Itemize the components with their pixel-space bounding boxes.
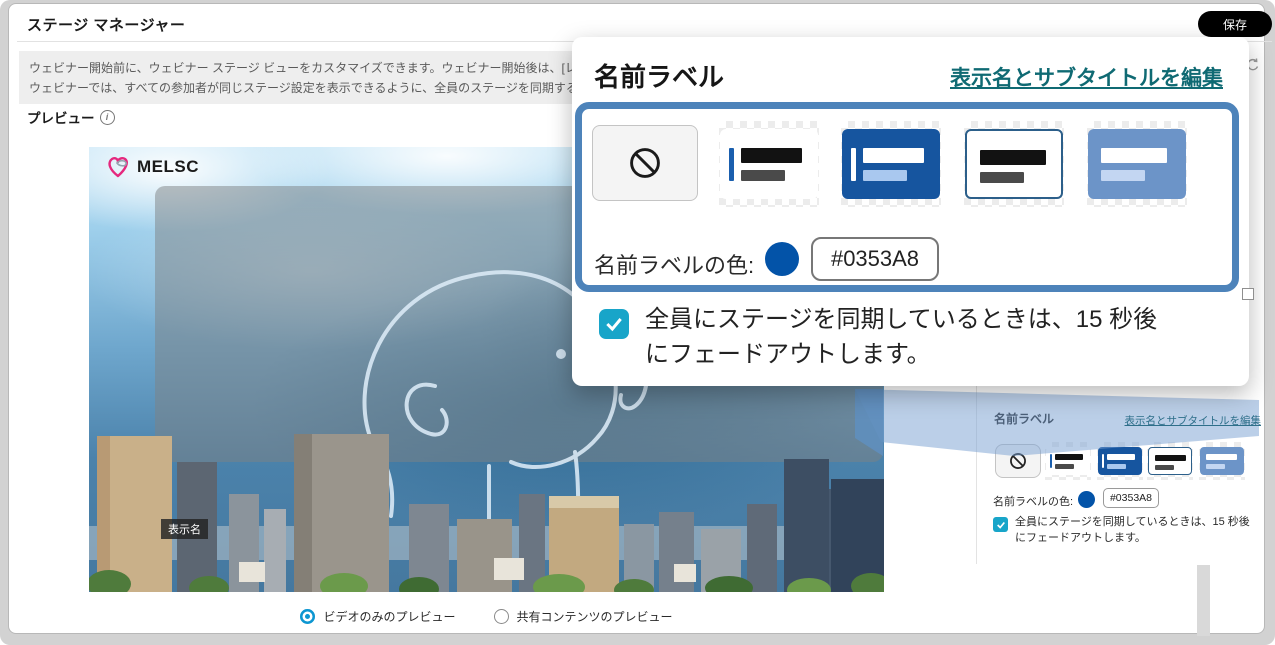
panel-gap [1197,565,1210,636]
panel-label-style-blue-accent-option[interactable] [1098,447,1142,475]
popup-label-style-blue-accent-option[interactable] [842,129,940,199]
popup-label-style-white-accent-option[interactable] [720,129,818,199]
page: ステージ マネージャー 保存 ウェビナー開始前に、ウェビナー ステージ ビューを… [8,3,1265,634]
panel-style-option-wrap [1199,442,1245,480]
radio-video-only[interactable]: ビデオのみのプレビュー [300,608,455,625]
panel-label-style-blue-option[interactable] [1200,447,1244,475]
popup-style-option-wrap [964,121,1064,207]
panel-label-style-white-option[interactable] [1148,447,1192,475]
radio-shared-content[interactable]: 共有コンテンツのプレビュー [494,608,673,625]
popup-color-hex-input[interactable] [811,237,939,281]
popup-sync-fadeout-checkbox[interactable] [599,309,629,339]
popup-label-style-white-option[interactable] [965,129,1063,199]
preview-label-text: プレビュー [27,107,95,127]
panel-label-style-none-option[interactable] [995,444,1041,478]
info-icon[interactable]: i [100,110,115,125]
panel-label-style-white-accent-option[interactable] [1046,447,1090,475]
panel-style-option-wrap [1045,442,1091,480]
popup-label-style-blue-option[interactable] [1088,129,1186,199]
panel-color-hex-input[interactable] [1103,488,1159,508]
popup-style-option-wrap [841,121,941,207]
preview-section-label: プレビュー i [27,107,115,127]
annotation-resize-handle [1242,288,1254,300]
brand-logo: MELSC [105,155,199,179]
panel-color-label: 名前ラベルの色: [993,493,1073,509]
window-frame: ステージ マネージャー 保存 ウェビナー開始前に、ウェビナー ステージ ビューを… [0,0,1275,645]
melsc-heart-icon [105,155,131,179]
radio-unselected-icon[interactable] [494,609,509,624]
panel-sync-fadeout-text: 全員にステージを同期しているときは、15 秒後 にフェードアウトします。 [1015,514,1265,546]
radio-selected-icon[interactable] [300,609,315,624]
check-icon [604,314,624,334]
popup-edit-display-name-link[interactable]: 表示名とサブタイトルを編集 [950,62,1223,92]
brand-name: MELSC [137,157,199,177]
name-label-magnifier-popup: 名前ラベル 表示名とサブタイトルを編集 名前ラベルの色: [572,37,1249,386]
panel-edit-display-name-link[interactable]: 表示名とサブタイトルを編集 [1109,413,1261,428]
popup-sync-fadeout-text: 全員にステージを同期しているときは、15 秒後 にフェードアウトします。 [645,302,1225,372]
panel-name-label-title: 名前ラベル [994,410,1054,427]
display-name-tag: 表示名 [161,519,208,539]
prohibited-icon [1008,451,1028,471]
popup-style-option-wrap [719,121,819,207]
radio-shared-content-label: 共有コンテンツのプレビュー [517,608,673,625]
panel-style-option-wrap [1147,442,1193,480]
page-title: ステージ マネージャー [27,14,185,35]
prohibited-icon [626,144,664,182]
panel-sync-fadeout-checkbox[interactable] [993,517,1008,532]
popup-name-label-title: 名前ラベル [594,57,724,94]
radio-video-only-label: ビデオのみのプレビュー [323,608,455,625]
panel-style-option-wrap [1097,442,1143,480]
check-icon [996,520,1006,530]
panel-color-swatch[interactable] [1078,491,1095,508]
save-button[interactable]: 保存 [1198,11,1272,37]
city-skyline [89,434,884,592]
popup-color-swatch[interactable] [765,242,799,276]
popup-style-option-wrap [1087,121,1187,207]
popup-color-label: 名前ラベルの色: [594,248,754,280]
preview-mode-radios: ビデオのみのプレビュー 共有コンテンツのプレビュー [89,608,884,625]
popup-label-style-none-option[interactable] [592,125,698,201]
